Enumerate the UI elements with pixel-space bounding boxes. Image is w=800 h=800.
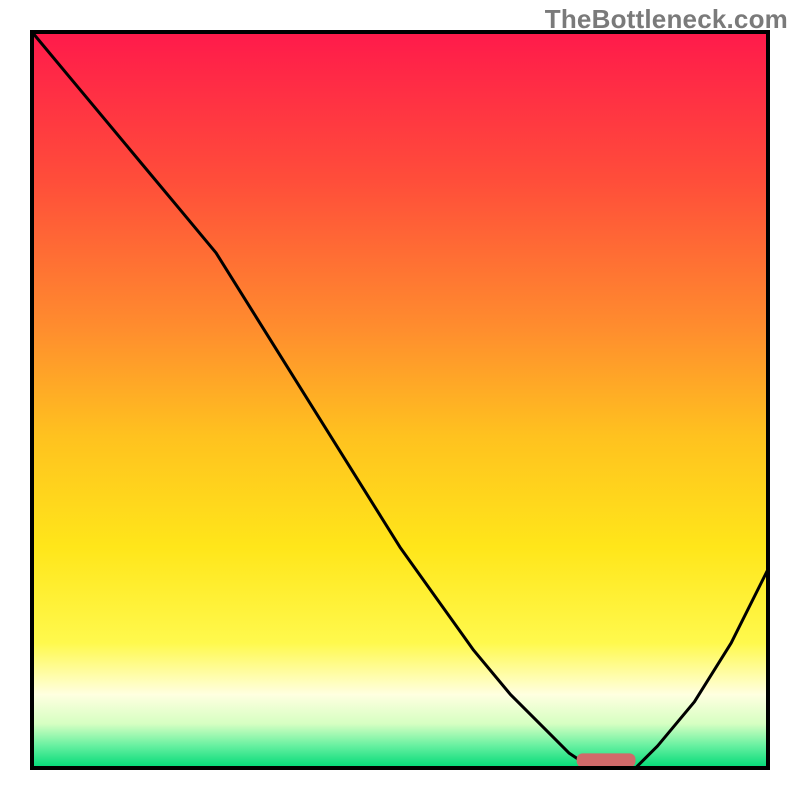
optimal-marker: [577, 753, 636, 767]
bottleneck-chart: TheBottleneck.com: [0, 0, 800, 800]
plot-svg: [0, 0, 800, 800]
watermark-text: TheBottleneck.com: [545, 4, 788, 35]
plot-background: [32, 32, 768, 768]
plot-area: [32, 32, 768, 768]
